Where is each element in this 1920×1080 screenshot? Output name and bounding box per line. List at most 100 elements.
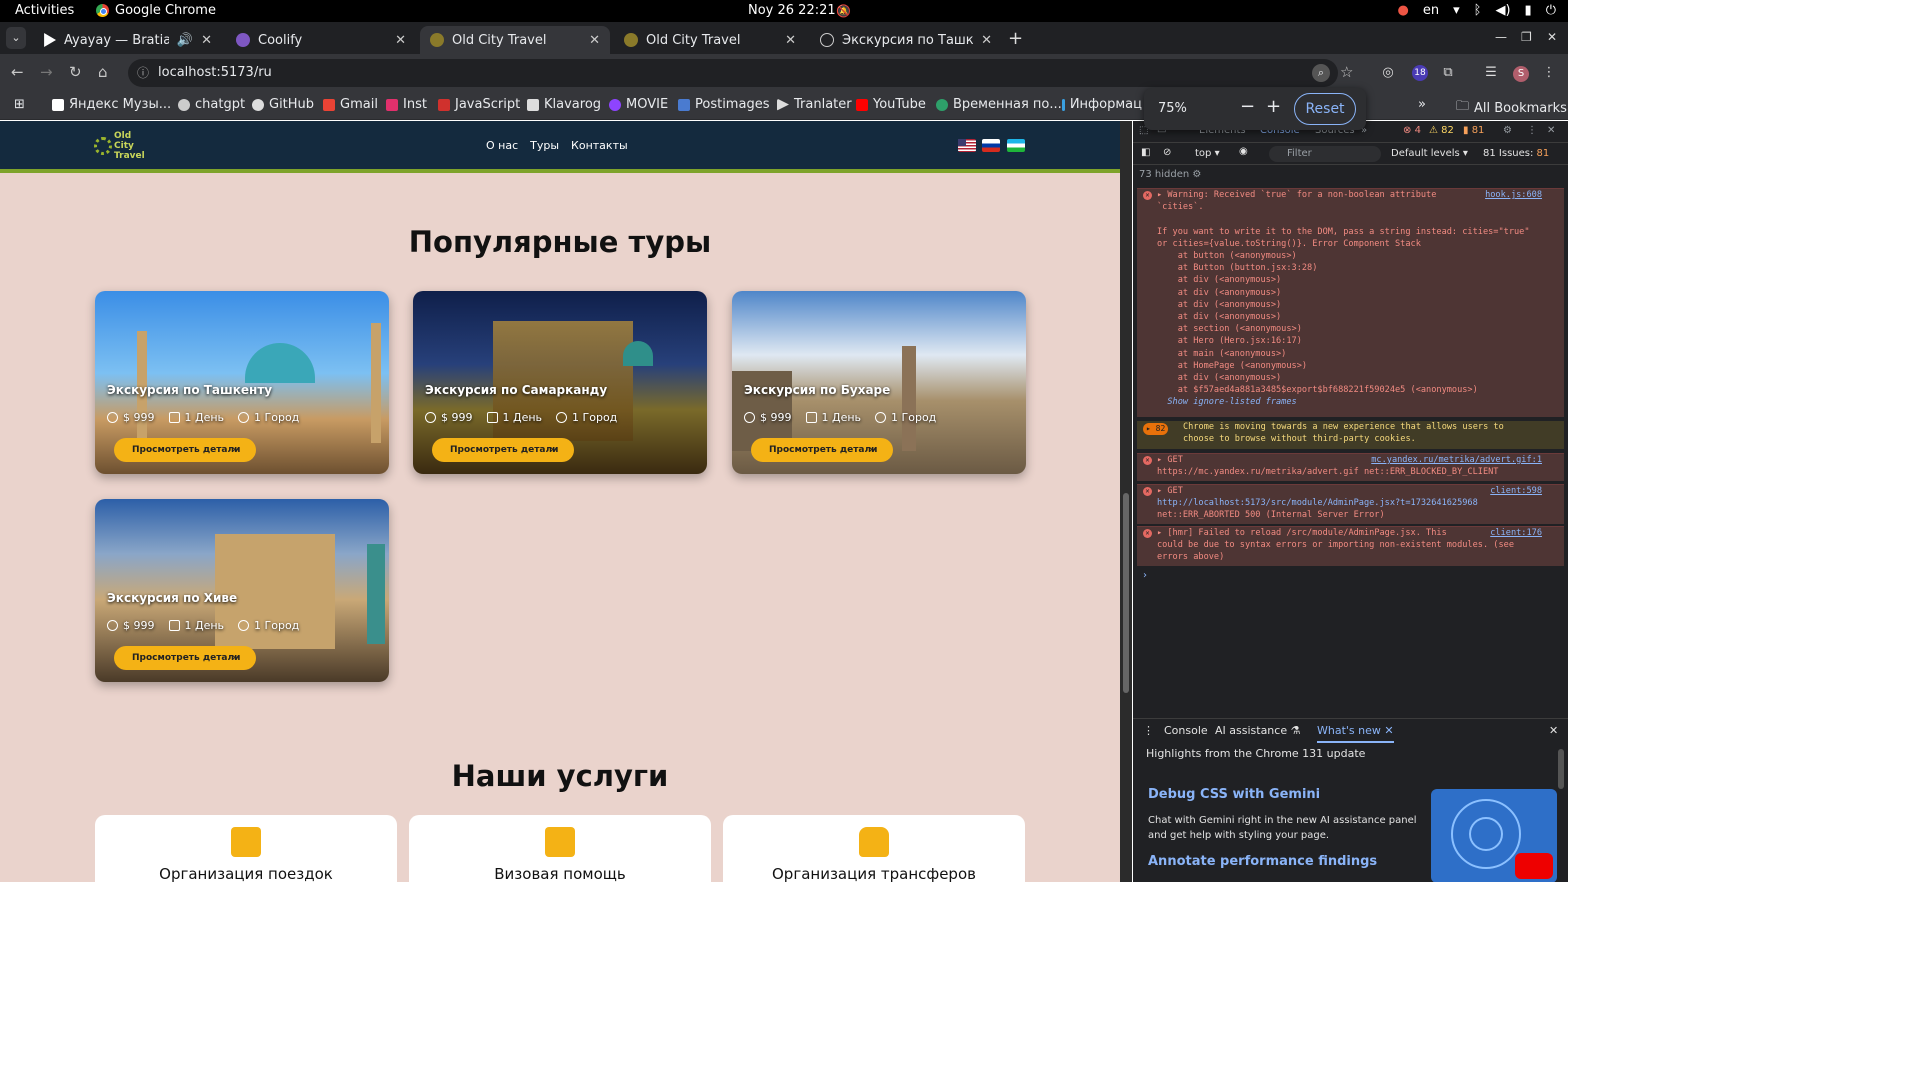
bookmark-youtube[interactable]: YouTube	[856, 97, 926, 112]
drawer-close-icon[interactable]: ✕	[1549, 724, 1558, 737]
address-bar[interactable]: ⓘ localhost:5173/ru ⌕	[128, 59, 1338, 87]
tour-card[interactable]: Экскурсия по Хиве $ 999 1 День 1 Город Про…	[95, 499, 389, 682]
profile-avatar[interactable]: S	[1513, 66, 1529, 82]
bookmark-chatgpt[interactable]: chatgpt	[178, 97, 245, 112]
log-source-link[interactable]: mc.yandex.ru/metrika/advert.gif:1	[1371, 454, 1542, 466]
drawer-tab-ai-assistance[interactable]: AI assistance ⚗	[1215, 724, 1300, 737]
site-info-icon[interactable]: ⓘ	[137, 59, 149, 87]
live-expression-eye-icon[interactable]: ◉	[1239, 146, 1248, 157]
reading-list-icon[interactable]: ☰	[1483, 65, 1499, 81]
back-icon[interactable]: ←	[11, 63, 24, 81]
apps-grid-icon[interactable]: ⊞	[14, 97, 25, 112]
page-scrollbar[interactable]	[1120, 121, 1132, 882]
console-filter-input[interactable]: Filter	[1269, 146, 1381, 162]
bookmark-yandex-music[interactable]: Яндекс Музы...	[52, 97, 171, 112]
bookmark-info[interactable]: Информац	[1062, 97, 1142, 112]
log-source-link[interactable]: hook.js:608	[1485, 189, 1542, 201]
home-icon[interactable]: ⌂	[98, 63, 108, 81]
console-error-adminpage[interactable]: ✕ ▸ GET http://localhost:5173/src/module…	[1137, 484, 1564, 524]
nav-contacts[interactable]: Контакты	[571, 139, 628, 152]
bookmark-inst[interactable]: Inst	[386, 97, 427, 112]
close-icon[interactable]: ✕	[1384, 724, 1393, 737]
bookmark-javascript[interactable]: JavaScript	[438, 97, 520, 112]
zoom-in-button[interactable]: +	[1266, 96, 1281, 117]
close-icon[interactable]: ✕	[981, 33, 992, 48]
issue-count-badge[interactable]: ▮ 81	[1463, 125, 1484, 136]
devtools-close-icon[interactable]: ✕	[1547, 125, 1555, 136]
nav-about[interactable]: О нас	[486, 139, 518, 152]
close-icon[interactable]: ✕	[201, 33, 212, 48]
app-menu[interactable]: Google Chrome	[96, 3, 216, 18]
flag-uz-icon[interactable]	[1007, 139, 1025, 152]
bookmark-movie[interactable]: MOVIE	[609, 97, 668, 112]
drawer-tab-console[interactable]: Console	[1164, 724, 1208, 737]
reload-icon[interactable]: ↻	[69, 63, 82, 81]
view-details-button[interactable]: Просмотреть детали ›	[432, 438, 574, 462]
bookmark-gmail[interactable]: Gmail	[323, 97, 378, 112]
zoom-out-button[interactable]: −	[1240, 96, 1255, 117]
language-indicator[interactable]: en	[1423, 3, 1439, 18]
tour-card[interactable]: Экскурсия по Самарканду $ 999 1 День 1 Гор…	[413, 291, 707, 474]
new-tab-button[interactable]: +	[1008, 28, 1023, 49]
drawer-menu-icon[interactable]: ⋮	[1143, 724, 1154, 737]
extension-badge[interactable]: 18	[1412, 65, 1428, 81]
flag-us-icon[interactable]	[958, 139, 976, 152]
warning-count-badge[interactable]: ⚠ 82	[1429, 125, 1454, 136]
console-issue-message[interactable]: ▸ 82 Chrome is moving towards a new expe…	[1137, 421, 1564, 449]
all-bookmarks[interactable]: 🗀 All Bookmarks	[1456, 97, 1567, 119]
drawer-tab-whats-new[interactable]: What's new ✕	[1317, 724, 1394, 743]
console-prompt[interactable]: ›	[1143, 570, 1147, 581]
log-source-link[interactable]: client:598	[1490, 485, 1542, 497]
bookmark-postimages[interactable]: Postimages	[678, 97, 769, 112]
close-icon[interactable]: ✕	[785, 33, 796, 48]
menu-kebab-icon[interactable]: ⋮	[1541, 65, 1557, 81]
close-icon[interactable]: ✕	[589, 33, 600, 48]
drawer-scroll-thumb[interactable]	[1558, 749, 1564, 789]
tab-coolify[interactable]: Coolify ✕	[226, 26, 416, 54]
tab-tashkent-tour[interactable]: Экскурсия по Ташкенту ✕	[810, 26, 1002, 54]
audio-icon[interactable]: 🔊	[177, 33, 193, 48]
console-error-yandex[interactable]: ✕ ▸ GET https://mc.yandex.ru/metrika/adv…	[1137, 453, 1564, 481]
nav-tours[interactable]: Туры	[530, 139, 559, 152]
scroll-thumb[interactable]	[1123, 493, 1129, 693]
tab-ayayay[interactable]: Ayayay — Bratia Stere 🔊 ✕	[32, 26, 222, 54]
zoom-reset-button[interactable]: Reset	[1294, 93, 1356, 125]
service-card[interactable]: Визовая помощь	[409, 815, 711, 882]
zoom-icon[interactable]: ⌕	[1312, 64, 1330, 82]
site-logo[interactable]: Old City Travel	[94, 131, 145, 161]
console-error-hmr[interactable]: ✕ ▸ [hmr] Failed to reload /src/module/A…	[1137, 526, 1564, 566]
bookmark-star-icon[interactable]: ☆	[1340, 63, 1353, 81]
console-error-warning[interactable]: ✕ ▸ Warning: Received `true` for a non-b…	[1137, 188, 1564, 417]
sidebar-toggle-icon[interactable]: ◧	[1141, 147, 1150, 158]
activities-button[interactable]: Activities	[15, 3, 74, 18]
bookmark-github[interactable]: GitHub	[252, 97, 314, 112]
whats-new-heading[interactable]: Annotate performance findings	[1148, 854, 1377, 869]
extension-icon[interactable]: ◎	[1380, 65, 1396, 81]
view-details-button[interactable]: Просмотреть детали ›	[114, 438, 256, 462]
tour-card[interactable]: Экскурсия по Ташкенту $ 999 1 День 1 Город…	[95, 291, 389, 474]
extensions-puzzle-icon[interactable]: ⧉	[1440, 65, 1456, 81]
bookmark-temporary[interactable]: Временная по...	[936, 97, 1062, 112]
service-card[interactable]: Организация трансферов	[723, 815, 1025, 882]
tour-card[interactable]: Экскурсия по Бухаре $ 999 1 День 1 Город П…	[732, 291, 1026, 474]
minimize-icon[interactable]: —	[1495, 30, 1507, 44]
log-levels-select[interactable]: Default levels ▾	[1391, 148, 1468, 159]
forward-icon[interactable]: →	[40, 63, 53, 81]
context-select[interactable]: top ▾	[1195, 148, 1220, 159]
log-source-link[interactable]: client:176	[1490, 527, 1542, 539]
bookmark-klavarog[interactable]: Klavarog	[527, 97, 601, 112]
error-count-badge[interactable]: ⊗ 4	[1403, 125, 1421, 136]
show-ignore-listed-link[interactable]: Show ignore-listed frames	[1167, 397, 1296, 407]
window-close-icon[interactable]: ✕	[1547, 30, 1557, 44]
tab-old-city-travel-active[interactable]: Old City Travel ✕	[420, 26, 610, 54]
more-bookmarks-icon[interactable]: »	[1418, 97, 1426, 112]
tab-old-city-travel[interactable]: Old City Travel ✕	[614, 26, 806, 54]
flag-ru-icon[interactable]	[982, 139, 1000, 152]
tab-search-button[interactable]: ⌄	[6, 27, 26, 49]
issues-link[interactable]: 81 Issues: 81	[1483, 148, 1549, 159]
clear-console-icon[interactable]: ⊘	[1163, 147, 1171, 158]
request-url-link[interactable]: http://localhost:5173/src/module/AdminPa…	[1157, 498, 1478, 508]
maximize-icon[interactable]: ❐	[1521, 30, 1532, 44]
clock[interactable]: Noy 26 22:21	[748, 3, 836, 18]
view-details-button[interactable]: Просмотреть детали ›	[751, 438, 893, 462]
